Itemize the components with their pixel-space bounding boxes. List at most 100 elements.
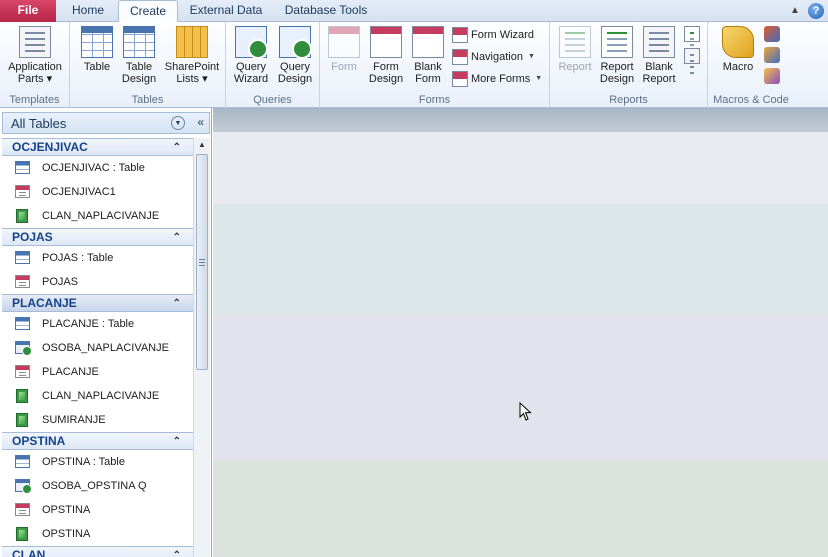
query-design-icon <box>279 26 312 59</box>
group-label-tables: Tables <box>131 94 164 106</box>
nav-item[interactable]: OCJENJIVAC : Table <box>2 156 193 180</box>
group-queries: Query Wizard Query Design Queries <box>226 22 320 108</box>
nav-group-title: POJAS <box>12 230 53 244</box>
nav-item[interactable]: PLACANJE : Table <box>2 312 193 336</box>
nav-item[interactable]: OPSTINA <box>2 522 193 546</box>
more-forms-label: More Forms <box>471 73 531 85</box>
scroll-thumb[interactable] <box>196 154 208 370</box>
application-parts-button[interactable]: Application Parts ▾ <box>2 26 68 85</box>
ribbon: Application Parts ▾ Templates Table Tabl… <box>0 22 828 108</box>
collapse-group-icon[interactable]: ⌃ <box>173 229 181 246</box>
query-object-icon <box>15 341 32 356</box>
group-label-reports: Reports <box>609 94 648 106</box>
table-object-icon <box>15 161 30 174</box>
group-macros: Macro Macros & Code <box>708 22 794 108</box>
group-label-queries: Queries <box>253 94 292 106</box>
nav-item[interactable]: PLACANJE <box>2 360 193 384</box>
visual-basic-icon[interactable] <box>764 68 780 84</box>
sharepoint-lists-button[interactable]: SharePoint Lists ▾ <box>162 26 222 85</box>
nav-scrollbar[interactable]: ▲ <box>193 138 210 557</box>
nav-item[interactable]: OPSTINA <box>2 498 193 522</box>
form-wizard-button[interactable]: Form Wizard <box>452 25 534 45</box>
blank-report-button[interactable]: Blank Report <box>638 26 680 85</box>
collapse-group-icon[interactable]: ⌃ <box>173 547 181 557</box>
table-object-icon <box>15 455 30 468</box>
nav-item-label: OSOBA_OPSTINA Q <box>42 480 147 492</box>
report-object-icon <box>16 527 28 541</box>
navigation-button[interactable]: Navigation ▼ <box>452 47 535 67</box>
shutter-bar-icon[interactable]: « <box>197 115 204 129</box>
module-icon[interactable] <box>764 26 780 42</box>
nav-item[interactable]: OSOBA_NAPLACIVANJE <box>2 336 193 360</box>
table-design-label: Table Design <box>121 61 157 85</box>
nav-group-header[interactable]: POJAS ⌃ <box>2 228 193 246</box>
nav-item[interactable]: OCJENJIVAC1 <box>2 180 193 204</box>
nav-item-label: CLAN_NAPLACIVANJE <box>42 210 160 222</box>
nav-group-header[interactable]: OCJENJIVAC ⌃ <box>2 138 193 156</box>
help-icon[interactable]: ? <box>808 3 824 19</box>
nav-item[interactable]: SUMIRANJE <box>2 408 193 432</box>
scroll-up-icon[interactable]: ▲ <box>194 138 210 152</box>
tab-external-data[interactable]: External Data <box>182 0 270 22</box>
report-design-icon <box>601 26 633 58</box>
nav-item[interactable]: CLAN_NAPLACIVANJE <box>2 384 193 408</box>
application-parts-icon <box>19 26 51 58</box>
form-button[interactable]: Form <box>324 26 364 73</box>
table-object-icon <box>15 251 30 264</box>
labels-icon[interactable] <box>684 48 700 64</box>
workspace <box>213 108 828 557</box>
table-design-button[interactable]: Table Design <box>118 26 160 85</box>
class-module-icon[interactable] <box>764 47 780 63</box>
form-design-button[interactable]: Form Design <box>366 26 406 85</box>
table-button[interactable]: Table <box>78 26 116 73</box>
minimize-ribbon-icon[interactable]: ▲ <box>788 4 802 18</box>
nav-group-header[interactable]: OPSTINA ⌃ <box>2 432 193 450</box>
group-label-forms: Forms <box>418 94 451 106</box>
nav-group-title: OCJENJIVAC <box>12 140 88 154</box>
report-design-button[interactable]: Report Design <box>596 26 638 85</box>
table-icon <box>81 26 113 58</box>
sharepoint-lists-label: SharePoint Lists ▾ <box>164 61 220 85</box>
tab-file[interactable]: File <box>0 0 56 22</box>
nav-group-header[interactable]: PLACANJE ⌃ <box>2 294 193 312</box>
tab-create[interactable]: Create <box>118 0 178 23</box>
collapse-group-icon[interactable]: ⌃ <box>173 139 181 156</box>
more-forms-button[interactable]: More Forms ▼ <box>452 69 542 89</box>
report-wizard-icon[interactable] <box>684 26 700 42</box>
nav-item[interactable]: OPSTINA : Table <box>2 450 193 474</box>
workspace-bg <box>213 460 828 557</box>
nav-item-label: OCJENJIVAC : Table <box>42 162 145 174</box>
collapse-group-icon[interactable]: ⌃ <box>173 295 181 312</box>
tab-home[interactable]: Home <box>60 0 116 22</box>
report-button[interactable]: Report <box>554 26 596 73</box>
mouse-pointer-icon <box>519 402 532 421</box>
form-object-icon <box>15 185 30 198</box>
navigation-caret-icon: ▼ <box>527 53 535 60</box>
group-templates: Application Parts ▾ Templates <box>0 22 70 108</box>
navigation-icon <box>452 49 468 65</box>
nav-item[interactable]: OSOBA_OPSTINA Q <box>2 474 193 498</box>
query-wizard-button[interactable]: Query Wizard <box>230 26 272 85</box>
nav-header[interactable]: All Tables ▼ « <box>2 112 210 134</box>
nav-item[interactable]: POJAS : Table <box>2 246 193 270</box>
report-object-icon <box>16 389 28 403</box>
nav-item-label: OPSTINA <box>42 528 91 540</box>
nav-item[interactable]: CLAN_NAPLACIVANJE <box>2 204 193 228</box>
form-wizard-label: Form Wizard <box>471 29 534 41</box>
report-label: Report <box>558 61 592 73</box>
table-design-icon <box>123 26 155 58</box>
nav-dropdown-icon[interactable]: ▼ <box>171 116 185 130</box>
application-parts-label: Application Parts ▾ <box>8 61 62 85</box>
nav-item-label: CLAN_NAPLACIVANJE <box>42 390 160 402</box>
nav-item-label: POJAS : Table <box>42 252 114 264</box>
blank-form-button[interactable]: Blank Form <box>408 26 448 85</box>
query-design-button[interactable]: Query Design <box>274 26 316 85</box>
table-object-icon <box>15 317 30 330</box>
nav-item[interactable]: POJAS <box>2 270 193 294</box>
macro-button[interactable]: Macro <box>716 26 760 73</box>
tab-database-tools[interactable]: Database Tools <box>278 0 374 22</box>
form-design-label: Form Design <box>368 61 404 85</box>
nav-group-header[interactable]: CLAN ⌃ <box>2 546 193 557</box>
macro-label: Macro <box>722 61 754 73</box>
collapse-group-icon[interactable]: ⌃ <box>173 433 181 450</box>
